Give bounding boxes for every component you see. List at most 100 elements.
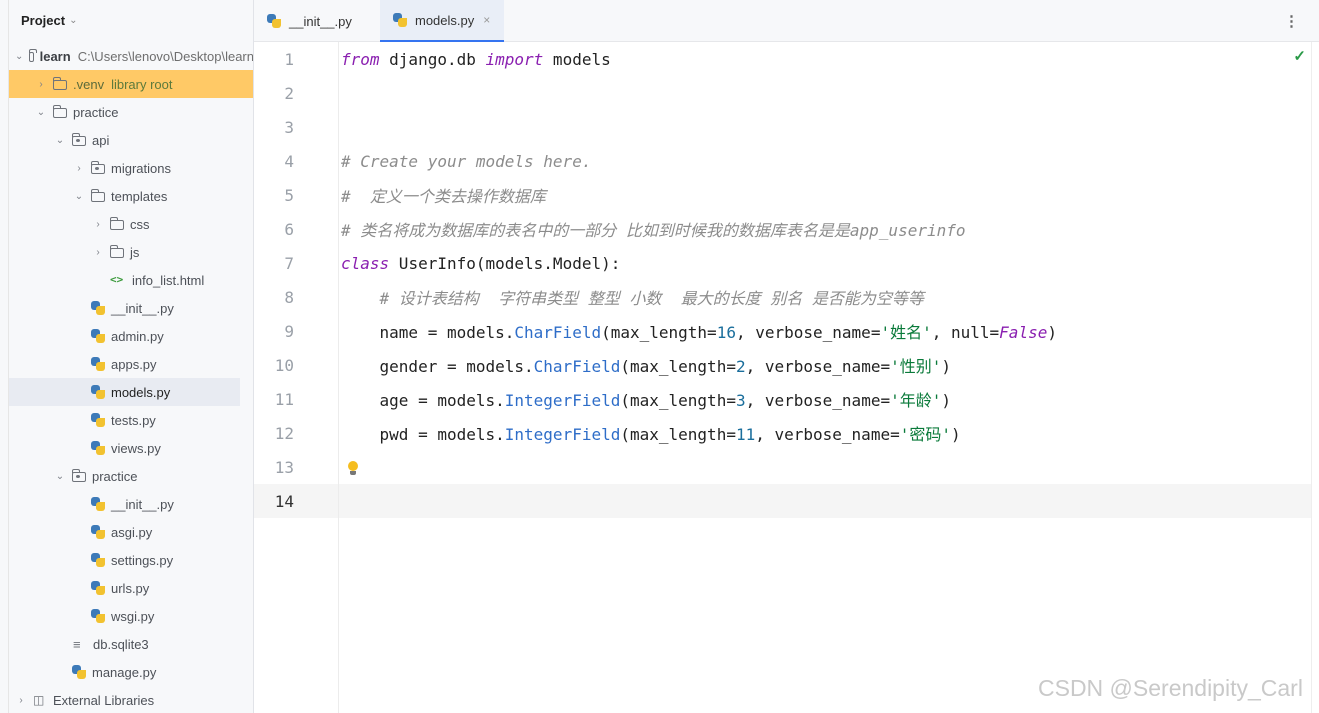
code-line: 7 class UserInfo(models.Model): <box>254 246 1311 280</box>
tree-item-manage[interactable]: manage.py <box>9 658 253 686</box>
code-line-current: 14 <box>254 484 1311 518</box>
collapsed-arrow-icon[interactable]: › <box>35 79 47 90</box>
tree-item-js[interactable]: › js <box>9 238 253 266</box>
code-text: from django.db import models <box>341 49 611 69</box>
tree-item-api-init[interactable]: __init__.py <box>9 294 253 322</box>
tree-item-label: urls.py <box>111 580 150 596</box>
tree-item-wsgi[interactable]: wsgi.py <box>9 602 253 630</box>
tree-item-urls[interactable]: urls.py <box>9 574 253 602</box>
package-folder-icon <box>71 469 86 482</box>
tree-item-label: admin.py <box>111 328 164 344</box>
project-header[interactable]: Project ⌄ <box>9 0 253 41</box>
tree-item-migrations[interactable]: › migrations <box>9 154 253 182</box>
line-number: 14 <box>274 491 294 511</box>
html-file-icon: <> <box>110 273 124 286</box>
tree-item-practice-init[interactable]: __init__.py <box>9 490 253 518</box>
line-number: 8 <box>284 287 294 307</box>
line-number: 6 <box>284 219 294 239</box>
line-number: 7 <box>284 253 294 273</box>
folder-icon <box>90 189 105 202</box>
code-comment: # 设计表结构 字符串类型 整型 小数 最大的长度 别名 是否能为空等等 <box>341 289 924 308</box>
code-editor[interactable]: ✓ 1 from django.db import models 2 3 4 #… <box>254 42 1311 713</box>
tree-item-models[interactable]: models.py <box>9 378 240 406</box>
folder-icon <box>109 217 124 230</box>
expanded-arrow-icon[interactable]: ⌄ <box>35 107 47 118</box>
python-file-icon <box>91 581 105 595</box>
line-number: 1 <box>284 49 294 69</box>
tree-item-label: js <box>130 244 140 260</box>
tab-label: models.py <box>415 12 475 28</box>
line-number: 11 <box>274 389 294 409</box>
package-folder-icon <box>90 161 105 174</box>
code-line: 12 pwd = models.IntegerField(max_length=… <box>254 416 1311 450</box>
tree-item-admin[interactable]: admin.py <box>9 322 253 350</box>
tree-item-asgi[interactable]: asgi.py <box>9 518 253 546</box>
close-icon[interactable]: × <box>483 13 490 27</box>
editor-scrollbar[interactable] <box>1311 42 1319 713</box>
line-number: 5 <box>284 185 294 205</box>
tree-item-label: wsgi.py <box>111 608 155 624</box>
python-file-icon <box>91 525 105 539</box>
tree-item-tests[interactable]: tests.py <box>9 406 253 434</box>
tree-item-venv[interactable]: › .venv library root <box>9 70 253 98</box>
tree-item-label: settings.py <box>111 552 174 568</box>
tree-item-label: views.py <box>111 440 161 456</box>
folder-icon <box>52 105 67 118</box>
code-text: pwd = models.IntegerField(max_length=11,… <box>341 425 961 444</box>
tree-item-external-libraries[interactable]: › ◫ External Libraries <box>9 686 253 713</box>
tree-item-label: templates <box>111 188 168 204</box>
tree-item-learn[interactable]: ⌄ learn C:\Users\lenovo\Desktop\learn <box>9 42 253 70</box>
folder-icon <box>52 77 67 90</box>
text-file-icon: ≡ <box>73 637 81 652</box>
tree-item-settings[interactable]: settings.py <box>9 546 253 574</box>
more-options-icon[interactable]: ⋮ <box>1284 12 1299 30</box>
tab-models-py[interactable]: models.py × <box>380 0 504 42</box>
tree-item-api[interactable]: ⌄ api <box>9 126 253 154</box>
tree-item-label: External Libraries <box>53 692 155 708</box>
tree-item-practice-package[interactable]: ⌄ practice <box>9 462 253 490</box>
code-line: 11 age = models.IntegerField(max_length=… <box>254 382 1311 416</box>
code-line: 6 # 类名将成为数据库的表名中的一部分 比如到时候我的数据库表名是是app_u… <box>254 212 1311 246</box>
tab-init-py[interactable]: __init__.py <box>254 0 380 42</box>
code-comment: # 类名将成为数据库的表名中的一部分 比如到时候我的数据库表名是是app_use… <box>341 221 966 240</box>
collapsed-arrow-icon[interactable]: › <box>73 163 85 174</box>
code-text: class UserInfo(models.Model): <box>341 253 621 273</box>
tree-item-practice[interactable]: ⌄ practice <box>9 98 253 126</box>
collapsed-arrow-icon[interactable]: › <box>92 247 104 258</box>
tree-item-views[interactable]: views.py <box>9 434 253 462</box>
tree-item-db-sqlite3[interactable]: ≡ db.sqlite3 <box>9 630 253 658</box>
code-line: 10 gender = models.CharField(max_length=… <box>254 348 1311 382</box>
chevron-down-icon[interactable]: ⌄ <box>69 15 77 26</box>
expanded-arrow-icon[interactable]: ⌄ <box>15 51 23 62</box>
tree-item-css[interactable]: › css <box>9 210 253 238</box>
expanded-arrow-icon[interactable]: ⌄ <box>73 191 85 202</box>
tree-item-apps[interactable]: apps.py <box>9 350 253 378</box>
code-line: 5 # 定义一个类去操作数据库 <box>254 178 1311 212</box>
code-line: 1 from django.db import models <box>254 42 1311 76</box>
collapsed-arrow-icon[interactable]: › <box>15 695 27 706</box>
tree-item-info-list-html[interactable]: <> info_list.html <box>9 266 253 294</box>
python-file-icon <box>91 301 105 315</box>
python-file-icon <box>91 497 105 511</box>
line-number: 10 <box>274 355 294 375</box>
code-comment: # Create your models here. <box>341 151 592 171</box>
library-root-hint: library root <box>111 76 173 92</box>
python-file-icon <box>91 413 105 427</box>
tree-item-label: practice <box>73 104 119 120</box>
tree-item-templates[interactable]: ⌄ templates <box>9 182 253 210</box>
tree-item-label: info_list.html <box>132 272 205 288</box>
code-line: 8 # 设计表结构 字符串类型 整型 小数 最大的长度 别名 是否能为空等等 <box>254 280 1311 314</box>
collapsed-arrow-icon[interactable]: › <box>92 219 104 230</box>
expanded-arrow-icon[interactable]: ⌄ <box>54 135 66 146</box>
left-tool-stripe <box>0 0 9 713</box>
line-number: 4 <box>284 151 294 171</box>
tree-item-label: tests.py <box>111 412 156 428</box>
tree-item-label: css <box>130 216 150 232</box>
tree-item-label: db.sqlite3 <box>93 636 149 652</box>
code-text: gender = models.CharField(max_length=2, … <box>341 357 952 376</box>
lightbulb-icon[interactable] <box>347 461 359 477</box>
expanded-arrow-icon[interactable]: ⌄ <box>54 471 66 482</box>
tree-item-label: manage.py <box>92 664 157 680</box>
tree-item-label: .venv <box>73 76 105 92</box>
python-file-icon <box>91 441 105 455</box>
